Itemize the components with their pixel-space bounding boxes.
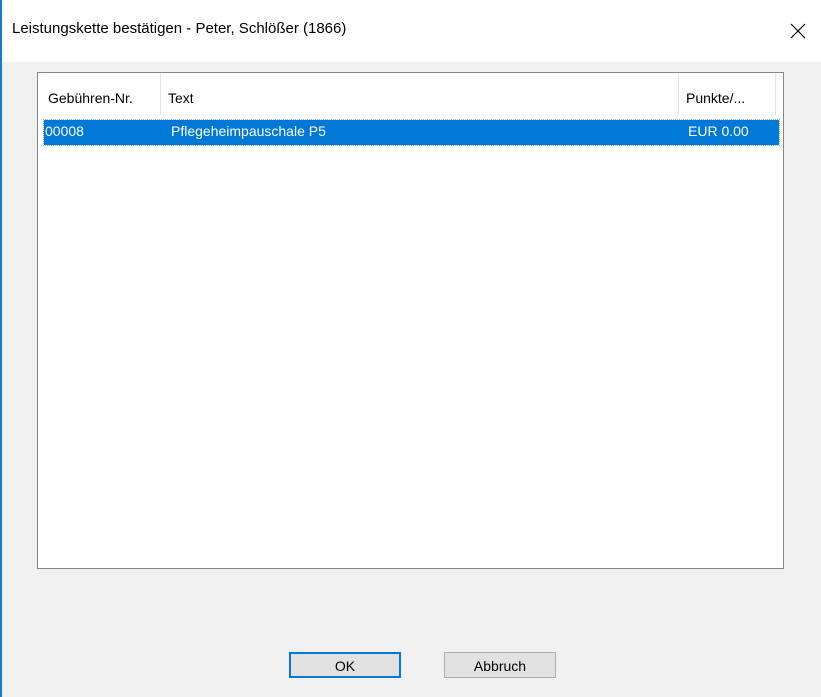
window-title: Leistungskette bestätigen - Peter, Schlö… (12, 20, 347, 37)
window-border (0, 0, 2, 697)
cell-punkte: EUR 0.00 (688, 123, 749, 139)
service-chain-list[interactable]: Gebühren-Nr. Text Punkte/... 00008 Pfleg… (37, 72, 784, 569)
cell-text: Pflegeheimpauschale P5 (171, 123, 326, 139)
title-bar[interactable]: Leistungskette bestätigen - Peter, Schlö… (2, 0, 821, 62)
table-row[interactable]: 00008 Pflegeheimpauschale P5 EUR 0.00 (43, 119, 780, 146)
close-button[interactable] (775, 8, 821, 54)
list-header: Gebühren-Nr. Text Punkte/... (38, 73, 783, 115)
column-header-text[interactable]: Text (161, 73, 679, 115)
ok-button[interactable]: OK (289, 652, 401, 678)
cancel-button[interactable]: Abbruch (444, 652, 556, 678)
close-icon (790, 23, 806, 39)
column-header-punkte[interactable]: Punkte/... (679, 73, 776, 115)
column-header-gebuehren-nr[interactable]: Gebühren-Nr. (41, 73, 161, 115)
cell-gebuehren-nr: 00008 (45, 123, 84, 139)
dialog-window: Leistungskette bestätigen - Peter, Schlö… (0, 0, 821, 697)
